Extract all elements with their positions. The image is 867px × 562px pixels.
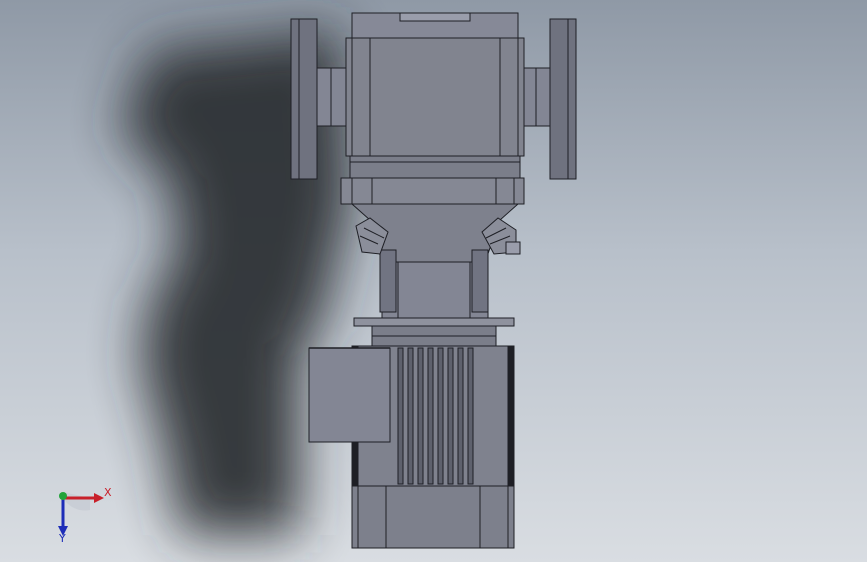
y-axis-label: Y [58, 532, 66, 545]
3d-viewport[interactable]: X Y [0, 0, 867, 562]
x-axis-arrowhead [94, 493, 104, 503]
x-axis-label: X [104, 486, 112, 499]
z-axis-dot [59, 492, 67, 500]
motor-flange-plate [353, 317, 515, 347]
right-flange [519, 18, 577, 180]
gearbox-housing [345, 12, 525, 179]
axis-triad: X Y [58, 486, 112, 545]
mounting-ring [340, 177, 525, 205]
gear-motor-model[interactable] [0, 0, 867, 562]
terminal-box [308, 347, 391, 443]
coupling-adapter [350, 203, 520, 319]
left-flange [290, 18, 348, 180]
fan-cover [351, 485, 515, 549]
triad-plane [63, 492, 90, 511]
